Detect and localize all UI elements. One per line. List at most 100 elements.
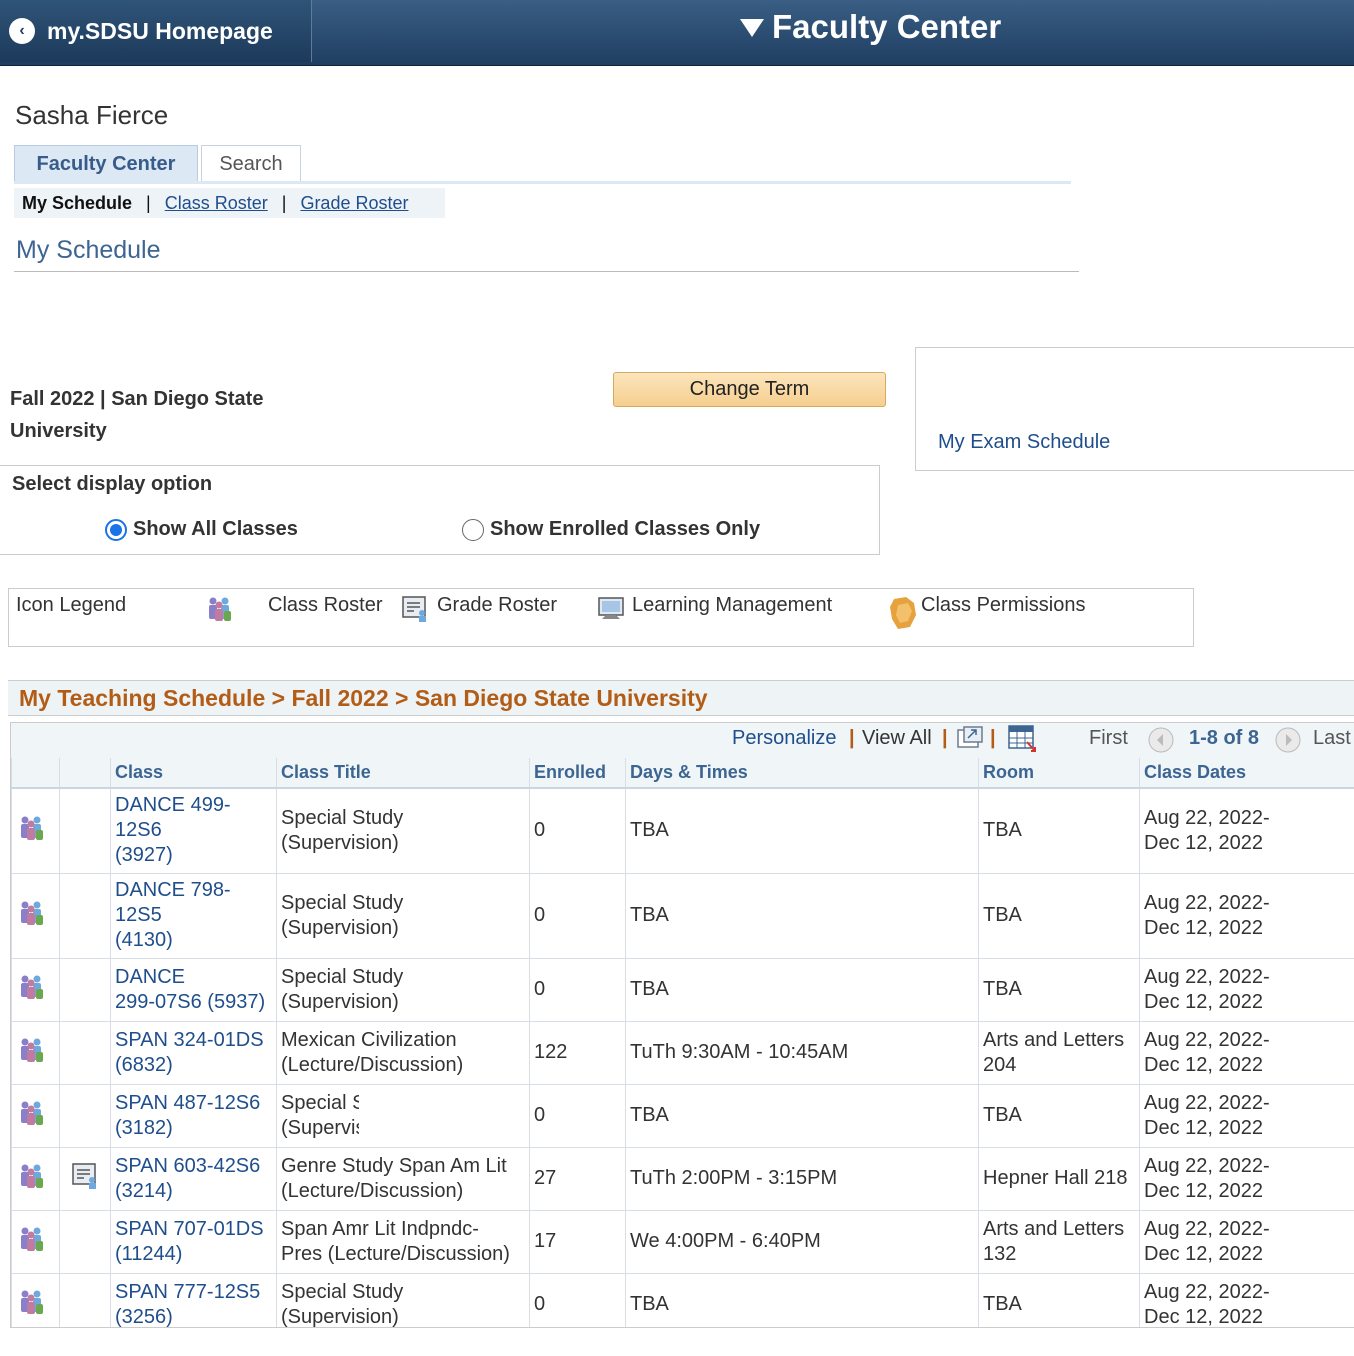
class-line-2: 299-07S6 (5937) <box>115 990 266 1013</box>
download-spreadsheet-icon[interactable] <box>1007 724 1039 760</box>
class-roster-cell[interactable] <box>11 1273 60 1327</box>
zoom-icon[interactable] <box>956 725 984 757</box>
grade-roster-cell <box>59 1021 111 1085</box>
term-info: Fall 2022 | San Diego State University <box>10 383 310 447</box>
days-times-cell: TBA <box>625 1273 979 1327</box>
dates-line-1: Aug 22, 2022- <box>1144 806 1270 829</box>
col-class-title[interactable]: Class Title <box>276 758 530 789</box>
class-dates-cell: Aug 22, 2022- Dec 12, 2022 <box>1139 1273 1354 1327</box>
class-roster-icon[interactable] <box>16 1290 46 1321</box>
class-title-cell: Special Study(Supervision) <box>276 1084 530 1148</box>
class-roster-cell[interactable] <box>11 788 60 874</box>
nav-separator: | <box>990 727 996 749</box>
col-icon-2 <box>59 758 111 789</box>
class-roster-icon[interactable] <box>16 975 46 1006</box>
class-line-3: (3927) <box>115 844 173 867</box>
class-dates-cell: Aug 22, 2022- Dec 12, 2022 <box>1139 788 1354 874</box>
class-line-1: DANCE <box>115 965 186 988</box>
table-row: SPAN 707-01DS (11244) Span Amr Lit Indpndc… <box>11 1210 1354 1274</box>
term-line-1: Fall 2022 | San Diego State <box>10 388 264 410</box>
radio-unselected[interactable] <box>462 518 484 541</box>
show-enrolled-only-label: Show Enrolled Classes Only <box>490 518 761 540</box>
table-row: SPAN 777-12S5 (3256) Special Study (Supervi… <box>11 1273 1354 1327</box>
top-bar: ‹ my.SDSU Homepage Faculty Center <box>0 0 1354 66</box>
grade-roster-icon[interactable] <box>70 1163 100 1195</box>
grade-roster-cell <box>59 1210 111 1274</box>
col-room[interactable]: Room <box>978 758 1140 789</box>
schedule-grid: Personalize | View All | | First 1-8 of … <box>10 722 1354 1328</box>
tab-faculty-center[interactable]: Faculty Center <box>14 145 198 183</box>
icon-legend: Icon Legend Class Roster Grade Roster Le… <box>8 588 1194 647</box>
col-class[interactable]: Class <box>110 758 277 789</box>
subnav-class-roster-link[interactable]: Class Roster <box>165 193 268 214</box>
class-line-1: DANCE 499- <box>115 794 231 817</box>
exam-schedule-link[interactable]: My Exam Schedule <box>938 431 1110 454</box>
class-title-line-2: (Supervision) <box>281 990 399 1013</box>
next-page-icon[interactable] <box>1274 726 1302 760</box>
class-link[interactable]: SPAN 324-01DS (6832) <box>110 1021 277 1085</box>
enrolled-cell: 0 <box>529 958 626 1022</box>
class-link[interactable]: SPAN 777-12S5 (3256) <box>110 1273 277 1327</box>
class-roster-icon[interactable] <box>16 816 46 847</box>
grade-roster-cell <box>59 958 111 1022</box>
class-roster-cell[interactable] <box>11 1210 60 1274</box>
col-days-times[interactable]: Days & Times <box>625 758 979 789</box>
legend-class-permissions: Class Permissions <box>921 594 1086 616</box>
room-cell: TBA <box>978 1084 1140 1148</box>
class-link[interactable]: DANCE 798- 12S5 (4130) <box>110 873 277 959</box>
class-line-2: (6832) <box>115 1053 173 1076</box>
personalize-link[interactable]: Personalize <box>732 727 837 750</box>
display-option-box: Select display option Show All Classes S… <box>0 465 880 555</box>
col-enrolled[interactable]: Enrolled <box>529 758 626 789</box>
room-cell: TBA <box>978 1273 1140 1327</box>
class-line-1: SPAN 777-12S5 <box>115 1280 261 1303</box>
room-cell: Arts and Letters 204 <box>978 1021 1140 1085</box>
subnav-grade-roster-link[interactable]: Grade Roster <box>300 193 408 214</box>
page-title-menu[interactable]: Faculty Center <box>740 8 1001 46</box>
show-all-classes-option[interactable]: Show All Classes <box>105 518 298 541</box>
homepage-back-button[interactable]: ‹ my.SDSU Homepage <box>0 0 312 62</box>
class-roster-icon[interactable] <box>16 1038 46 1069</box>
class-dates-cell: Aug 22, 2022- Dec 12, 2022 <box>1139 1210 1354 1274</box>
class-link[interactable]: DANCE 299-07S6 (5937) <box>110 958 277 1022</box>
class-line-2: (3214) <box>115 1179 173 1202</box>
change-term-button[interactable]: Change Term <box>613 372 886 407</box>
section-heading: My Schedule <box>16 236 161 264</box>
class-roster-cell[interactable] <box>11 1021 60 1085</box>
teaching-schedule-header: My Teaching Schedule > Fall 2022 > San D… <box>8 680 1354 716</box>
class-roster-icon[interactable] <box>16 1101 46 1132</box>
class-title-line-2: (Supervision) <box>281 1116 359 1139</box>
class-roster-icon[interactable] <box>16 901 46 932</box>
room-cell: TBA <box>978 873 1140 959</box>
show-enrolled-only-option[interactable]: Show Enrolled Classes Only <box>462 518 760 541</box>
col-class-dates[interactable]: Class Dates <box>1139 758 1354 789</box>
page-title: Faculty Center <box>772 8 1002 45</box>
class-link[interactable]: SPAN 603-42S6 (3214) <box>110 1147 277 1211</box>
class-roster-icon[interactable] <box>16 1227 46 1258</box>
tab-search[interactable]: Search <box>201 145 301 183</box>
class-line-1: SPAN 707-01DS <box>115 1217 264 1240</box>
room-cell: Hepner Hall 218 <box>978 1147 1140 1211</box>
days-times-cell: TuTh 9:30AM - 10:45AM <box>625 1021 979 1085</box>
legend-title: Icon Legend <box>16 594 127 616</box>
class-roster-icon[interactable] <box>16 1164 46 1195</box>
room-line-1: TBA <box>983 819 1022 842</box>
class-link[interactable]: DANCE 499- 12S6 (3927) <box>110 788 277 874</box>
class-line-1: SPAN 487-12S6 <box>115 1091 261 1114</box>
learning-management-legend-icon <box>596 593 626 623</box>
dates-line-2: Dec 12, 2022 <box>1144 831 1263 854</box>
class-roster-cell[interactable] <box>11 873 60 959</box>
class-line-1: DANCE 798- <box>115 879 231 901</box>
previous-page-icon[interactable] <box>1147 726 1175 760</box>
view-all-link[interactable]: View All <box>862 727 932 750</box>
last-page-label[interactable]: Last <box>1313 727 1351 750</box>
class-roster-cell[interactable] <box>11 1084 60 1148</box>
grade-roster-cell <box>59 1084 111 1148</box>
class-link[interactable]: SPAN 487-12S6 (3182) <box>110 1084 277 1148</box>
radio-selected[interactable] <box>105 518 127 541</box>
grade-roster-cell[interactable] <box>59 1147 111 1211</box>
first-page-label[interactable]: First <box>1089 727 1128 750</box>
class-roster-cell[interactable] <box>11 958 60 1022</box>
class-roster-cell[interactable] <box>11 1147 60 1211</box>
class-link[interactable]: SPAN 707-01DS (11244) <box>110 1210 277 1274</box>
